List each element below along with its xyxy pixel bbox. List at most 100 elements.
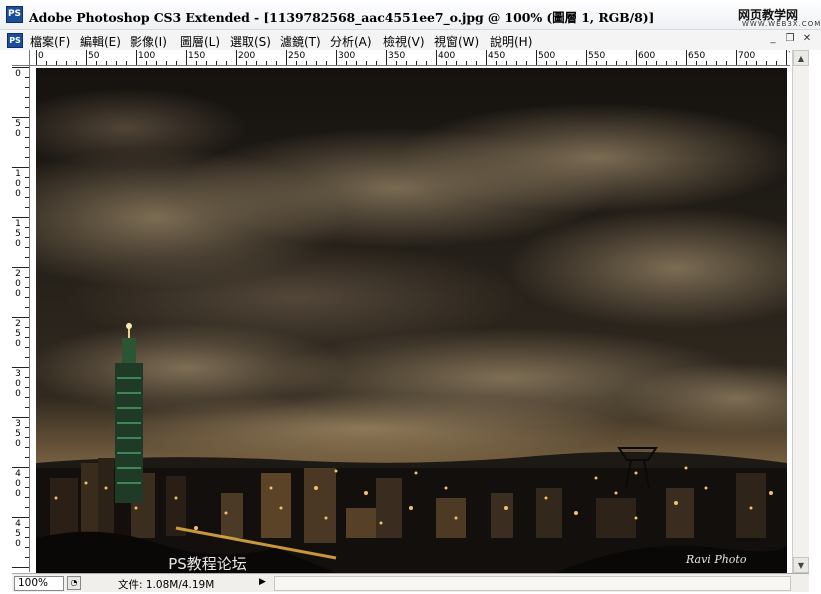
ruler-tick xyxy=(56,61,57,65)
ruler-tick xyxy=(596,61,597,65)
ruler-label: 50 xyxy=(88,51,100,61)
ruler-label: 150 xyxy=(188,51,206,61)
ruler-tick xyxy=(25,337,29,338)
ruler-tick xyxy=(25,497,29,498)
ruler-tick xyxy=(666,61,667,65)
ruler-tick xyxy=(66,61,67,65)
ruler-tick xyxy=(25,357,29,358)
ruler-tick xyxy=(176,61,177,65)
ruler-tick xyxy=(96,61,97,65)
ruler-origin[interactable] xyxy=(12,50,30,66)
scroll-up-arrow-icon[interactable]: ▲ xyxy=(793,50,809,66)
ruler-tick xyxy=(25,187,29,188)
ruler-tick xyxy=(136,50,137,65)
ruler-tick xyxy=(25,297,29,298)
menu-help[interactable]: 說明(H) xyxy=(490,33,532,50)
document-image[interactable] xyxy=(36,68,787,573)
ruler-tick xyxy=(736,50,737,65)
ruler-tick xyxy=(12,167,29,168)
ruler-tick xyxy=(476,61,477,65)
menu-window[interactable]: 視窗(W) xyxy=(434,33,479,50)
ruler-tick xyxy=(25,77,29,78)
restore-button[interactable]: ❐ xyxy=(783,33,797,46)
ruler-tick xyxy=(196,61,197,65)
ruler-label: 2 5 0 xyxy=(15,319,21,349)
ruler-tick xyxy=(12,267,29,268)
zoom-field[interactable]: 100% xyxy=(14,576,64,591)
ruler-tick xyxy=(436,50,437,65)
ruler-tick xyxy=(306,61,307,65)
ruler-tick xyxy=(616,61,617,65)
ruler-label: 400 xyxy=(438,51,456,61)
ruler-tick xyxy=(526,61,527,65)
menu-select[interactable]: 選取(S) xyxy=(230,33,271,50)
vertical-scrollbar[interactable]: ▲ ▼ xyxy=(792,50,809,573)
ruler-tick xyxy=(12,417,29,418)
watermark-url: WWW.WEB3X.COM xyxy=(742,20,821,28)
ruler-tick xyxy=(25,147,29,148)
ruler-tick xyxy=(246,61,247,65)
menu-analysis[interactable]: 分析(A) xyxy=(330,33,372,50)
ruler-tick xyxy=(366,61,367,65)
ruler-tick xyxy=(766,61,767,65)
ruler-tick xyxy=(25,477,29,478)
ruler-label: 700 xyxy=(738,51,756,61)
ruler-tick xyxy=(426,61,427,65)
menu-file[interactable]: 檔案(F) xyxy=(30,33,70,50)
ruler-tick xyxy=(586,50,587,65)
ruler-tick xyxy=(12,117,29,118)
ruler-tick xyxy=(186,50,187,65)
menu-layer[interactable]: 圖層(L) xyxy=(180,33,220,50)
ruler-tick xyxy=(146,61,147,65)
ruler-tick xyxy=(25,197,29,198)
ruler-tick xyxy=(266,61,267,65)
menu-bar: PS 檔案(F) 編輯(E) 影像(I) 圖層(L) 選取(S) 濾鏡(T) 分… xyxy=(0,30,821,50)
menu-image[interactable]: 影像(I) xyxy=(130,33,167,50)
status-menu-arrow-icon[interactable]: ▶ xyxy=(259,577,266,587)
ruler-tick xyxy=(296,61,297,65)
ruler-tick xyxy=(166,61,167,65)
ruler-label: 450 xyxy=(488,51,506,61)
ruler-tick xyxy=(376,61,377,65)
ruler-tick xyxy=(25,127,29,128)
ruler-tick xyxy=(12,517,29,518)
ruler-tick xyxy=(496,61,497,65)
ruler-tick xyxy=(506,61,507,65)
minimize-button[interactable]: _ xyxy=(766,33,780,46)
ruler-label: 100 xyxy=(138,51,156,61)
ruler-tick xyxy=(636,50,637,65)
ruler-tick xyxy=(336,50,337,65)
ruler-tick xyxy=(286,50,287,65)
ruler-tick xyxy=(25,97,29,98)
scroll-down-arrow-icon[interactable]: ▼ xyxy=(793,557,809,573)
close-button[interactable]: ✕ xyxy=(800,33,814,46)
menu-edit[interactable]: 編輯(E) xyxy=(80,33,121,50)
ruler-tick xyxy=(726,61,727,65)
ruler-tick xyxy=(236,50,237,65)
photoshop-doc-icon[interactable]: PS xyxy=(7,33,23,48)
ruler-tick xyxy=(696,61,697,65)
ruler-tick xyxy=(106,61,107,65)
ruler-tick xyxy=(25,487,29,488)
ruler-tick xyxy=(416,61,417,65)
ruler-tick xyxy=(706,61,707,65)
ruler-tick xyxy=(556,61,557,65)
vertical-ruler[interactable]: 0 5 0 1 0 0 1 5 0 2 0 0 2 5 0 3 0 0 3 5 0 4 0 0 4… xyxy=(12,66,30,572)
menu-view[interactable]: 檢視(V) xyxy=(383,33,425,50)
ruler-tick xyxy=(606,61,607,65)
horizontal-ruler[interactable]: 0 50 100 150 200 250 300 350 400 450 500 550 600 650 7… xyxy=(30,50,790,66)
ruler-tick xyxy=(25,227,29,228)
ruler-tick xyxy=(216,61,217,65)
horizontal-scrollbar[interactable] xyxy=(274,576,791,591)
ruler-tick xyxy=(576,61,577,65)
ruler-tick xyxy=(646,61,647,65)
doc-size-info: 文件: 1.08M/4.19M xyxy=(118,579,215,591)
menu-filter[interactable]: 濾鏡(T) xyxy=(280,33,321,50)
ruler-label: 0 xyxy=(38,51,44,61)
ruler-tick xyxy=(406,61,407,65)
photoshop-icon[interactable]: PS xyxy=(6,6,23,23)
ruler-tick xyxy=(386,50,387,65)
ruler-tick xyxy=(25,427,29,428)
ruler-tick xyxy=(25,557,29,558)
document-status-icon[interactable]: ◔ xyxy=(67,576,81,590)
